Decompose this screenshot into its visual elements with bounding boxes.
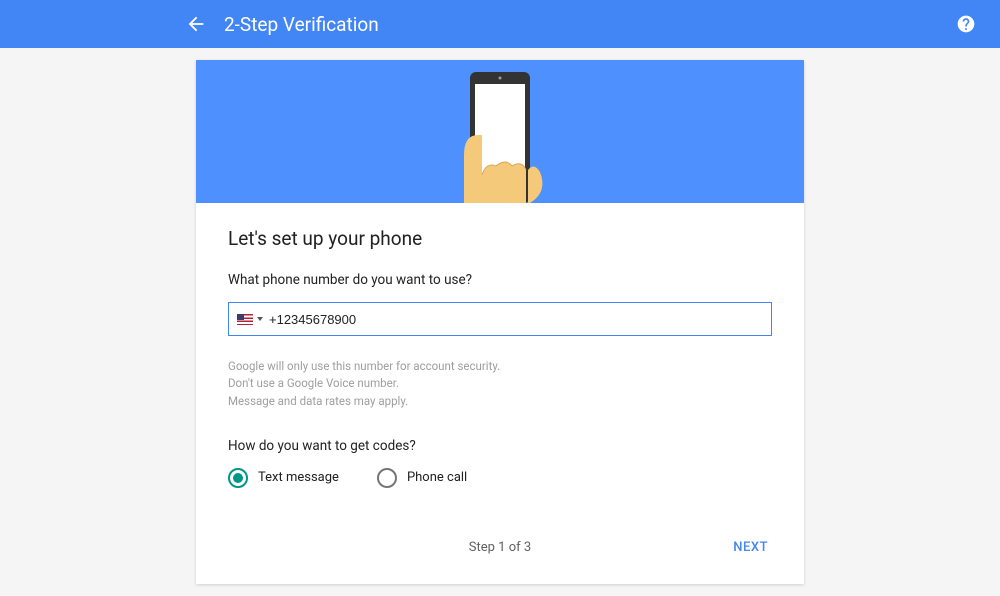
codes-label: How do you want to get codes? <box>228 438 772 454</box>
next-button[interactable]: NEXT <box>729 532 772 563</box>
chevron-down-icon <box>257 317 263 321</box>
card-footer: Step 1 of 3 NEXT <box>228 530 772 566</box>
content-area: Let's set up your phone What phone numbe… <box>0 48 1000 584</box>
page-title: 2-Step Verification <box>224 13 379 36</box>
back-button[interactable] <box>176 4 216 44</box>
phone-input-row <box>228 302 772 336</box>
radio-text-message[interactable]: Text message <box>228 468 339 488</box>
radio-label: Text message <box>258 470 339 485</box>
disclaimer-line: Message and data rates may apply. <box>228 393 772 410</box>
card-heading: Let's set up your phone <box>228 227 772 250</box>
phone-label: What phone number do you want to use? <box>228 272 772 288</box>
step-indicator: Step 1 of 3 <box>469 540 531 555</box>
phone-hand-icon <box>400 60 600 203</box>
phone-input[interactable] <box>269 312 763 327</box>
card-body: Let's set up your phone What phone numbe… <box>196 203 804 584</box>
app-header: 2-Step Verification <box>0 0 1000 48</box>
radio-icon <box>377 468 397 488</box>
radio-group: Text message Phone call <box>228 468 772 488</box>
setup-card: Let's set up your phone What phone numbe… <box>196 60 804 584</box>
hero-illustration <box>196 60 804 203</box>
disclaimer-text: Google will only use this number for acc… <box>228 358 772 410</box>
country-selector[interactable] <box>237 314 263 325</box>
radio-dot-icon <box>233 473 243 483</box>
arrow-left-icon <box>185 13 207 35</box>
help-button[interactable] <box>948 6 984 42</box>
disclaimer-line: Don't use a Google Voice number. <box>228 375 772 392</box>
radio-phone-call[interactable]: Phone call <box>377 468 467 488</box>
disclaimer-line: Google will only use this number for acc… <box>228 358 772 375</box>
us-flag-icon <box>237 314 253 325</box>
help-icon <box>956 14 976 34</box>
radio-label: Phone call <box>407 470 467 485</box>
radio-icon <box>228 468 248 488</box>
